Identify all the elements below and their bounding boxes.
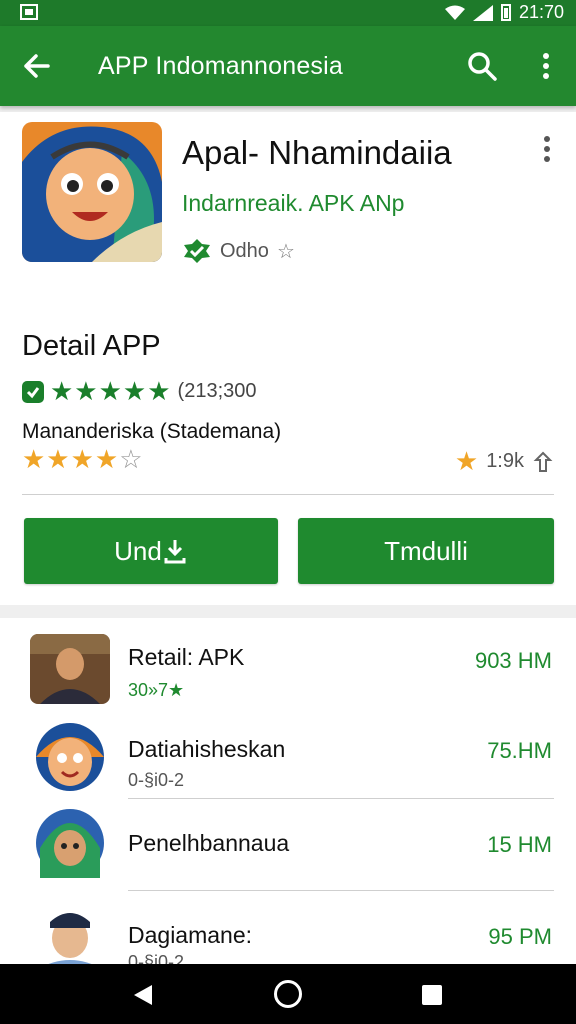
share-icon[interactable] [532,451,554,473]
star-outline-icon: ☆ [276,240,295,263]
verified-badge-icon [184,239,210,263]
list-item-thumbnail [30,634,110,704]
download-icon [164,540,186,564]
section-title: Detail APP [22,330,161,362]
rating-row: ★★★★★ (213;300 [22,376,257,407]
status-time: 21:70 [518,2,564,22]
wifi-icon [444,5,465,20]
status-icons: 21:70 [444,2,564,23]
favorite-count-value: 1:9k [486,450,524,472]
app-badge-text: Odho [220,239,269,262]
list-item[interactable]: Penelhbannaua 15 HM [0,804,576,896]
rating-sub-label: Mananderiska (Stademana) [22,420,282,443]
signal-icon [472,4,493,21]
favorite-count[interactable]: ★ 1:9k [455,446,554,477]
related-apps-list: Retail: APK 30»7★ 903 HM Datiahisheskan … [0,618,576,972]
app-icon[interactable] [22,122,162,262]
list-item-title: Retail: APK [128,644,245,670]
nav-recents-icon[interactable] [422,985,442,1005]
list-item[interactable]: Retail: APK 30»7★ 903 HM [0,628,576,720]
list-item-size: 903 HM [474,648,552,673]
nav-back-icon[interactable] [132,983,154,1007]
app-name: Apal- Nhamindaiia [182,134,452,171]
more-vert-icon[interactable] [532,50,560,82]
app-more-icon[interactable] [536,134,558,164]
status-bar: 21:70 [0,0,576,26]
screenshot-notification-icon [20,4,38,20]
list-item-thumbnail [36,809,104,878]
green-stars: ★★★★★ [50,376,172,406]
open-button[interactable]: Tmdulli [298,518,554,584]
rating-count: (213;300 [177,380,257,402]
app-bar-title: APP Indomannonesia [98,52,343,80]
verified-badge-icon [22,380,44,403]
battery-icon [500,4,511,21]
open-button-label: Tmdulli [384,535,468,566]
list-item-size: 95 PM [488,924,552,949]
list-item-thumbnail [36,723,104,791]
search-icon[interactable] [466,50,498,82]
app-badge-row: Odho ☆ [182,238,295,264]
list-item-title: Dagiamane: [128,922,253,948]
app-header-card: Apal- Nhamindaiia Indarnreaik. APK ANp O… [0,112,576,605]
system-nav-bar [0,964,576,1024]
app-developer[interactable]: Indarnreaik. APK ANp [182,190,404,217]
back-arrow-icon[interactable] [20,50,52,82]
list-item-subtitle: 30»7★ [128,680,185,700]
list-item-title: Penelhbannaua [128,830,290,856]
install-button[interactable]: Und [24,518,278,584]
app-bar: APP Indomannonesia [0,26,576,106]
divider [128,798,554,799]
star-icon: ★ [454,446,479,476]
divider [22,494,554,495]
install-button-label: Und [114,535,162,566]
list-item-size: 75.HM [487,738,552,763]
list-item-size: 15 HM [487,832,552,857]
divider [128,890,554,891]
list-item[interactable]: Datiahisheskan 0-§i0-2 75.HM [0,718,576,810]
nav-home-icon[interactable] [274,980,302,1008]
list-item-title: Datiahisheskan [128,736,286,762]
list-item-thumbnail [30,900,110,970]
list-item-subtitle: 0-§i0-2 [128,770,185,790]
orange-stars: ★★★★☆ [22,444,144,474]
